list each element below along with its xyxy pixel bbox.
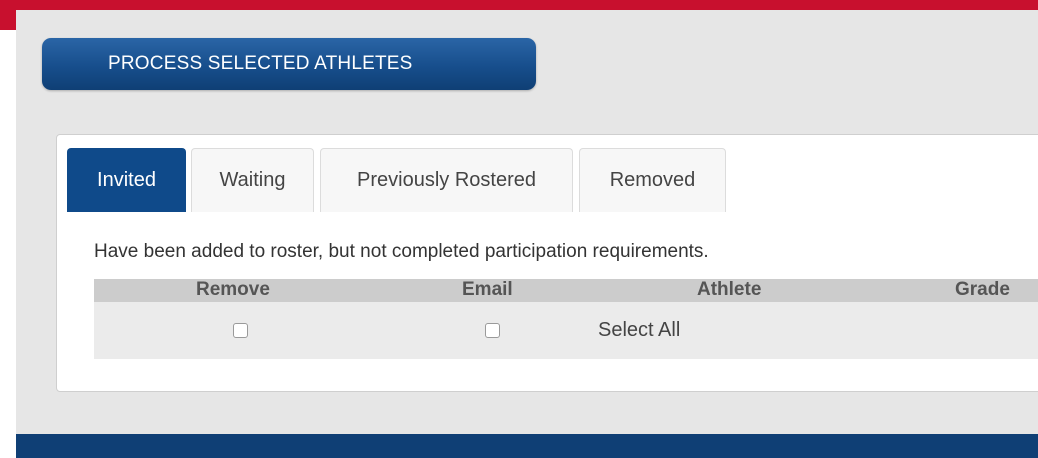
process-selected-athletes-button[interactable]: PROCESS SELECTED ATHLETES <box>42 38 536 90</box>
remove-select-all-checkbox[interactable] <box>233 323 248 338</box>
top-accent-bar <box>0 0 1038 10</box>
tab-previously-rostered[interactable]: Previously Rostered <box>320 148 573 212</box>
top-left-accent <box>0 0 16 30</box>
select-all-row: Select All <box>94 302 1038 359</box>
process-button-label: PROCESS SELECTED ATHLETES <box>108 53 413 74</box>
tab-removed[interactable]: Removed <box>579 148 726 212</box>
tab-waiting[interactable]: Waiting <box>191 148 314 212</box>
tab-invited[interactable]: Invited <box>67 148 186 212</box>
content-panel: PROCESS SELECTED ATHLETES Invited Waitin… <box>16 10 1038 458</box>
column-header-grade: Grade <box>955 279 1010 300</box>
footer-bar <box>16 434 1038 458</box>
roster-card: Invited Waiting Previously Rostered Remo… <box>56 134 1038 392</box>
select-all-label: Select All <box>598 319 681 341</box>
table-header: Remove Email Athlete Grade <box>94 279 1038 302</box>
tab-label: Waiting <box>219 169 286 191</box>
email-select-all-checkbox[interactable] <box>485 323 500 338</box>
tab-label: Removed <box>609 169 696 191</box>
tab-label: Invited <box>97 169 156 191</box>
tab-label: Previously Rostered <box>357 169 536 191</box>
column-header-athlete: Athlete <box>697 279 762 300</box>
tab-description: Have been added to roster, but not compl… <box>94 241 709 262</box>
column-header-remove: Remove <box>196 279 270 300</box>
column-header-email: Email <box>462 279 513 300</box>
